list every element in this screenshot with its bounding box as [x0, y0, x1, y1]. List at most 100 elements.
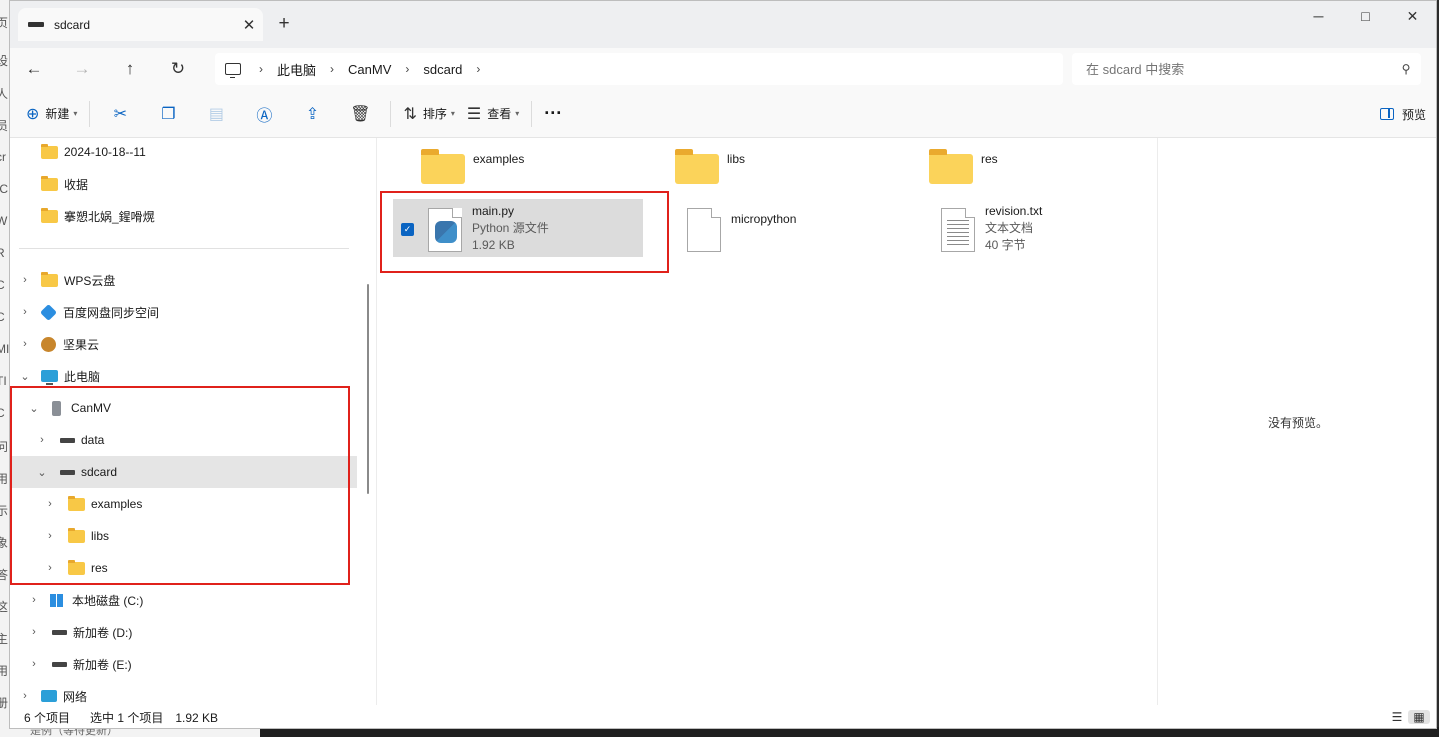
file-name: micropython [731, 212, 797, 226]
bg-char: C [0, 406, 5, 420]
toolbar-divider [531, 100, 533, 127]
monitor-icon [225, 63, 241, 78]
sidebar-scrollbar[interactable] [367, 284, 369, 494]
sidebar-item-label: 百度网盘同步空间 [63, 305, 160, 320]
folder-icon [675, 149, 719, 184]
new-tab-button[interactable]: + [272, 13, 296, 37]
chevron-down-icon: ▾ [515, 109, 520, 118]
more-button[interactable]: ··· [538, 98, 568, 130]
minimize-button[interactable]: ─ [1295, 1, 1342, 31]
paste-icon[interactable]: ▤ [192, 104, 240, 124]
bg-char: C [0, 278, 5, 292]
sort-button[interactable]: ⇅ 排序 ▾ [397, 98, 460, 130]
preview-label: 预览 [1401, 107, 1426, 122]
chevron-right-icon[interactable]: › [17, 690, 33, 702]
sidebar-item-jianguoyun[interactable]: › 坚果云 [10, 328, 357, 360]
folder-icon [41, 207, 58, 223]
tiles-view-icon[interactable]: ▦ [1408, 710, 1430, 724]
chevron-right-icon[interactable]: › [259, 62, 263, 76]
breadcrumb-sdcard[interactable]: sdcard [423, 62, 462, 77]
bg-char: MI [0, 342, 10, 356]
view-button[interactable]: ☰ 查看 ▾ [461, 98, 525, 130]
baidu-cloud-icon [40, 303, 57, 321]
toolbar-divider [89, 100, 91, 127]
search-input[interactable] [1086, 61, 1391, 77]
file-tile-micropython[interactable]: micropython [679, 199, 929, 257]
selection-count: 选中 1 个项目 [90, 711, 164, 725]
new-button[interactable]: ⊕ 新建 ▾ [20, 98, 83, 130]
preview-pane-button[interactable]: 预览 [1379, 98, 1426, 130]
sidebar-item-volume-d[interactable]: › 新加卷 (D:) [10, 616, 357, 648]
sidebar-item-volume-e[interactable]: › 新加卷 (E:) [10, 648, 357, 680]
bg-char: 用 [0, 472, 9, 486]
file-tile-revision-txt[interactable]: revision.txt 文本文档 40 字节 [933, 199, 1183, 257]
new-label: 新建 [45, 107, 70, 121]
chevron-right-icon[interactable]: › [405, 62, 409, 76]
drive-icon [52, 629, 67, 635]
folder-tile-res[interactable]: res [929, 144, 998, 184]
address-bar[interactable]: › 此电脑 › CanMV › sdcard › [215, 53, 1063, 85]
breadcrumb-this-pc[interactable]: 此电脑 [277, 60, 316, 79]
chevron-right-icon[interactable]: › [26, 626, 42, 638]
title-bar: sdcard ✕ + ─ □ ✕ [10, 1, 1436, 48]
chevron-down-icon[interactable]: ⌄ [17, 370, 33, 383]
folder-tile-libs[interactable]: libs [675, 144, 745, 184]
chevron-right-icon[interactable]: › [17, 306, 33, 318]
sidebar-item-label: 坚果云 [63, 337, 100, 352]
sort-icon: ⇅ [403, 105, 417, 123]
breadcrumb-canmv[interactable]: CanMV [348, 62, 391, 77]
highlight-box-main-py [380, 191, 669, 273]
chevron-right-icon[interactable]: › [330, 62, 334, 76]
close-button[interactable]: ✕ [1389, 1, 1436, 31]
plus-circle-icon: ⊕ [26, 105, 40, 123]
forward-button[interactable]: → [58, 59, 106, 79]
computer-icon [41, 370, 58, 385]
copy-icon[interactable]: ❐ [144, 104, 192, 124]
search-icon[interactable]: ⚲ [1391, 62, 1421, 76]
folder-icon [421, 149, 465, 184]
bg-char: C [0, 310, 5, 324]
up-button[interactable]: ↑ [106, 59, 154, 79]
tab-sdcard[interactable]: sdcard ✕ [18, 8, 263, 41]
sidebar-item-label: 2024-10-18--11 [64, 145, 146, 159]
sidebar-item-wps-cloud[interactable]: › WPS云盘 [10, 264, 357, 296]
sidebar-item-pinned-folder[interactable]: 2024-10-18--11 [10, 136, 357, 168]
refresh-button[interactable]: ↻ [154, 59, 202, 79]
nut-cloud-icon [41, 336, 56, 352]
sidebar-item-label: 收据 [64, 177, 89, 192]
file-name: examples [473, 152, 525, 166]
chevron-right-icon[interactable]: › [17, 338, 33, 350]
bg-char: 主 [0, 632, 9, 646]
back-button[interactable]: ← [10, 59, 58, 79]
selection-size: 1.92 KB [175, 710, 219, 725]
chevron-right-icon[interactable]: › [17, 274, 33, 286]
view-label: 查看 [487, 107, 512, 121]
rename-icon[interactable]: Ⓐ [240, 102, 288, 126]
sidebar-item-local-disk-c[interactable]: › 本地磁盘 (C:) [10, 584, 357, 616]
text-file-icon [941, 208, 975, 252]
share-icon[interactable]: ⇪ [288, 104, 336, 124]
sidebar-item-pinned-folder[interactable]: 搴愬北娲_鍟嗗熀 [10, 200, 357, 232]
bg-char: TI [0, 374, 7, 388]
maximize-button[interactable]: □ [1342, 1, 1389, 31]
search-box: ⚲ [1072, 53, 1421, 85]
sidebar-item-label: WPS云盘 [64, 273, 116, 288]
highlight-box-sidebar [10, 386, 350, 585]
chevron-right-icon[interactable]: › [26, 658, 42, 670]
sidebar-item-pinned-folder[interactable]: 收据 [10, 168, 357, 200]
tab-close-button[interactable]: ✕ [235, 16, 263, 34]
preview-pane: 没有预览。 [1157, 138, 1436, 705]
details-view-icon[interactable]: ☰ [1386, 710, 1408, 724]
bg-char: 答 [0, 568, 9, 582]
folder-tile-examples[interactable]: examples [421, 144, 524, 184]
chevron-right-icon[interactable]: › [476, 62, 480, 76]
sidebar-item-baidu-netdisk[interactable]: › 百度网盘同步空间 [10, 296, 357, 328]
delete-icon[interactable]: 🗑 [336, 104, 384, 124]
file-type: 文本文档 [985, 221, 1034, 235]
cut-icon[interactable]: ✂ [96, 104, 144, 124]
address-row: ← → ↑ ↻ › 此电脑 › CanMV › sdcard › ⚲ [10, 48, 1436, 90]
sidebar-item-label: 此电脑 [64, 369, 101, 384]
window-controls: ─ □ ✕ [1295, 1, 1436, 31]
drive-icon [52, 661, 67, 667]
chevron-right-icon[interactable]: › [26, 594, 42, 606]
